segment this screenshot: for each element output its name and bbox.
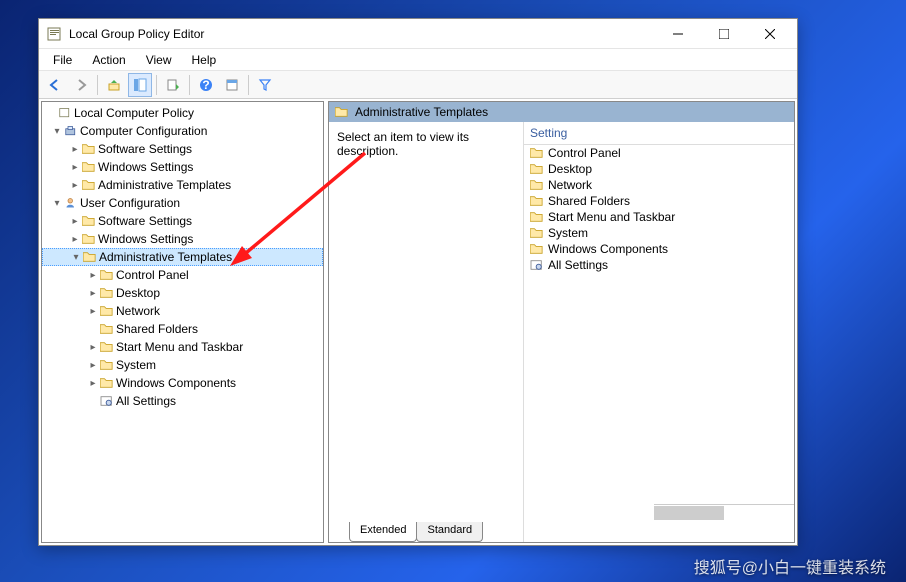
item-shared-folders[interactable]: Shared Folders	[524, 193, 794, 209]
menubar: File Action View Help	[39, 49, 797, 71]
tree-uc-admin-templates[interactable]: ▾Administrative Templates	[42, 248, 323, 266]
details-header: Administrative Templates	[329, 102, 794, 122]
up-button[interactable]	[102, 73, 126, 97]
svg-text:?: ?	[202, 78, 209, 92]
help-button[interactable]: ?	[194, 73, 218, 97]
close-button[interactable]	[747, 19, 793, 49]
tree-uc-windows[interactable]: ▸Windows Settings	[42, 230, 323, 248]
titlebar: Local Group Policy Editor	[39, 19, 797, 49]
item-network[interactable]: Network	[524, 177, 794, 193]
description-column: Select an item to view its description.	[329, 122, 524, 542]
forward-button[interactable]	[69, 73, 93, 97]
setting-column: Setting Control Panel Desktop Network Sh…	[524, 122, 794, 542]
details-pane: Administrative Templates Select an item …	[328, 101, 795, 543]
menu-action[interactable]: Action	[82, 51, 135, 69]
tree-system[interactable]: ▸System	[42, 356, 323, 374]
tree-desktop[interactable]: ▸Desktop	[42, 284, 323, 302]
minimize-button[interactable]	[655, 19, 701, 49]
properties-button[interactable]	[220, 73, 244, 97]
tab-standard[interactable]: Standard	[416, 522, 483, 542]
setting-column-header[interactable]: Setting	[524, 122, 794, 145]
tree-cc-software[interactable]: ▸Software Settings	[42, 140, 323, 158]
item-all-settings[interactable]: All Settings	[524, 257, 794, 273]
menu-view[interactable]: View	[136, 51, 182, 69]
folder-icon	[335, 106, 349, 118]
tree-root[interactable]: Local Computer Policy	[42, 104, 323, 122]
item-control-panel[interactable]: Control Panel	[524, 145, 794, 161]
tree-shared-folders[interactable]: Shared Folders	[42, 320, 323, 338]
tree-user-config[interactable]: ▾User Configuration	[42, 194, 323, 212]
maximize-button[interactable]	[701, 19, 747, 49]
tree-start-menu[interactable]: ▸Start Menu and Taskbar	[42, 338, 323, 356]
filter-button[interactable]	[253, 73, 277, 97]
menu-file[interactable]: File	[43, 51, 82, 69]
tree-uc-software[interactable]: ▸Software Settings	[42, 212, 323, 230]
tree-network[interactable]: ▸Network	[42, 302, 323, 320]
watermark: 搜狐号@小白一键重装系统	[694, 554, 886, 578]
item-system[interactable]: System	[524, 225, 794, 241]
tree-cc-windows[interactable]: ▸Windows Settings	[42, 158, 323, 176]
menu-help[interactable]: Help	[182, 51, 227, 69]
tab-extended[interactable]: Extended	[349, 522, 417, 542]
gpedit-window: Local Group Policy Editor File Action Vi…	[38, 18, 798, 546]
tree-control-panel[interactable]: ▸Control Panel	[42, 266, 323, 284]
item-desktop[interactable]: Desktop	[524, 161, 794, 177]
tree-all-settings[interactable]: All Settings	[42, 392, 323, 410]
show-tree-button[interactable]	[128, 73, 152, 97]
tree-pane[interactable]: Local Computer Policy ▾Computer Configur…	[41, 101, 324, 543]
tree-win-components[interactable]: ▸Windows Components	[42, 374, 323, 392]
back-button[interactable]	[43, 73, 67, 97]
toolbar: ?	[39, 71, 797, 99]
tabs: Extended Standard	[349, 522, 482, 542]
item-win-components[interactable]: Windows Components	[524, 241, 794, 257]
description-prompt: Select an item to view its description.	[337, 130, 469, 158]
content-area: Local Computer Policy ▾Computer Configur…	[39, 99, 797, 545]
item-start-menu[interactable]: Start Menu and Taskbar	[524, 209, 794, 225]
export-button[interactable]	[161, 73, 185, 97]
window-title: Local Group Policy Editor	[69, 27, 655, 41]
tree-computer-config[interactable]: ▾Computer Configuration	[42, 122, 323, 140]
horizontal-scrollbar[interactable]	[654, 504, 794, 520]
tree-cc-admin[interactable]: ▸Administrative Templates	[42, 176, 323, 194]
app-icon	[47, 26, 63, 42]
details-title: Administrative Templates	[355, 105, 488, 119]
